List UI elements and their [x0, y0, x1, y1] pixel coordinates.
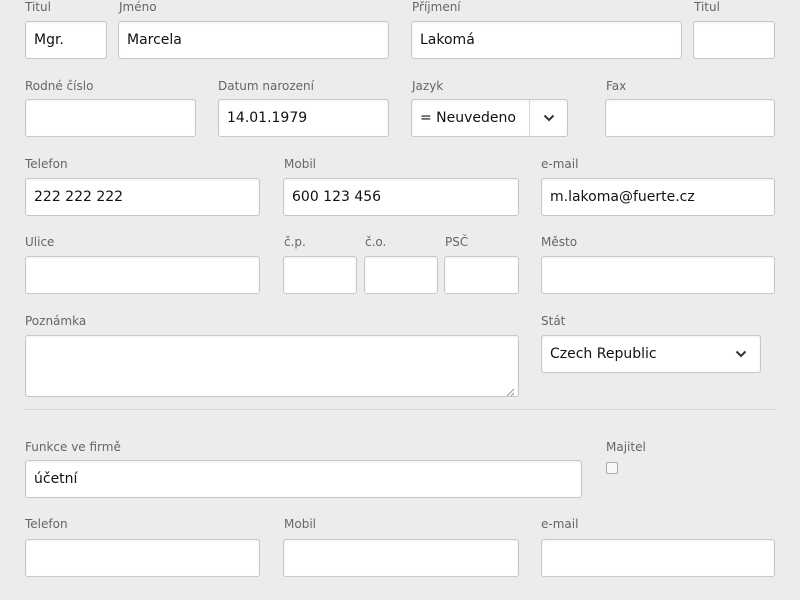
title-after-label: Titul	[694, 0, 720, 14]
first-name-label: Jméno	[119, 0, 157, 14]
owner-checkbox[interactable]	[606, 462, 618, 474]
last-name-label: Příjmení	[412, 0, 461, 14]
mobile-input[interactable]: 600 123 456	[283, 178, 519, 216]
company-mobile-input[interactable]	[283, 539, 519, 577]
owner-label: Majitel	[606, 440, 646, 454]
cp-input[interactable]	[283, 256, 357, 294]
birth-date-label: Datum narození	[218, 79, 314, 93]
zip-label: PSČ	[445, 235, 469, 249]
chevron-down-icon	[722, 336, 760, 372]
language-select-value: = Neuvedeno	[420, 110, 516, 126]
chevron-down-icon	[529, 100, 567, 136]
note-label: Poznámka	[25, 314, 87, 328]
birth-number-label: Rodné číslo	[25, 79, 94, 93]
company-email-input[interactable]	[541, 539, 775, 577]
phone-input[interactable]: 222 222 222	[25, 178, 260, 216]
street-input[interactable]	[25, 256, 260, 294]
city-label: Město	[541, 235, 578, 249]
language-label: Jazyk	[412, 79, 444, 93]
company-phone-label: Telefon	[25, 517, 68, 531]
language-select[interactable]: = Neuvedeno	[411, 99, 568, 137]
company-phone-input[interactable]	[25, 539, 260, 577]
co-input[interactable]	[364, 256, 438, 294]
country-select-value: Czech Republic	[550, 346, 657, 362]
birth-number-input[interactable]	[25, 99, 196, 137]
fax-input[interactable]	[605, 99, 775, 137]
fax-label: Fax	[606, 79, 627, 93]
last-name-input[interactable]: Lakomá	[411, 21, 682, 59]
phone-label: Telefon	[25, 157, 68, 171]
zip-input[interactable]	[444, 256, 519, 294]
country-select[interactable]: Czech Republic	[541, 335, 761, 373]
company-mobile-label: Mobil	[284, 517, 316, 531]
cp-label: č.p.	[284, 235, 306, 249]
position-label: Funkce ve firmě	[25, 440, 121, 454]
resize-handle-icon[interactable]	[505, 383, 515, 396]
mobile-label: Mobil	[284, 157, 316, 171]
email-input[interactable]: m.lakoma@fuerte.cz	[541, 178, 775, 216]
city-input[interactable]	[541, 256, 775, 294]
birth-date-input[interactable]: 14.01.1979	[218, 99, 389, 137]
co-label: č.o.	[365, 235, 387, 249]
title-after-input[interactable]	[693, 21, 775, 59]
country-label: Stát	[541, 314, 566, 328]
first-name-input[interactable]: Marcela	[118, 21, 389, 59]
title-before-label: Titul	[25, 0, 51, 14]
position-input[interactable]: účetní	[25, 460, 582, 498]
title-before-input[interactable]: Mgr.	[25, 21, 107, 59]
company-email-label: e-mail	[541, 517, 579, 531]
note-textarea[interactable]	[25, 335, 519, 397]
email-label: e-mail	[541, 157, 579, 171]
street-label: Ulice	[25, 235, 55, 249]
section-divider	[25, 409, 775, 410]
